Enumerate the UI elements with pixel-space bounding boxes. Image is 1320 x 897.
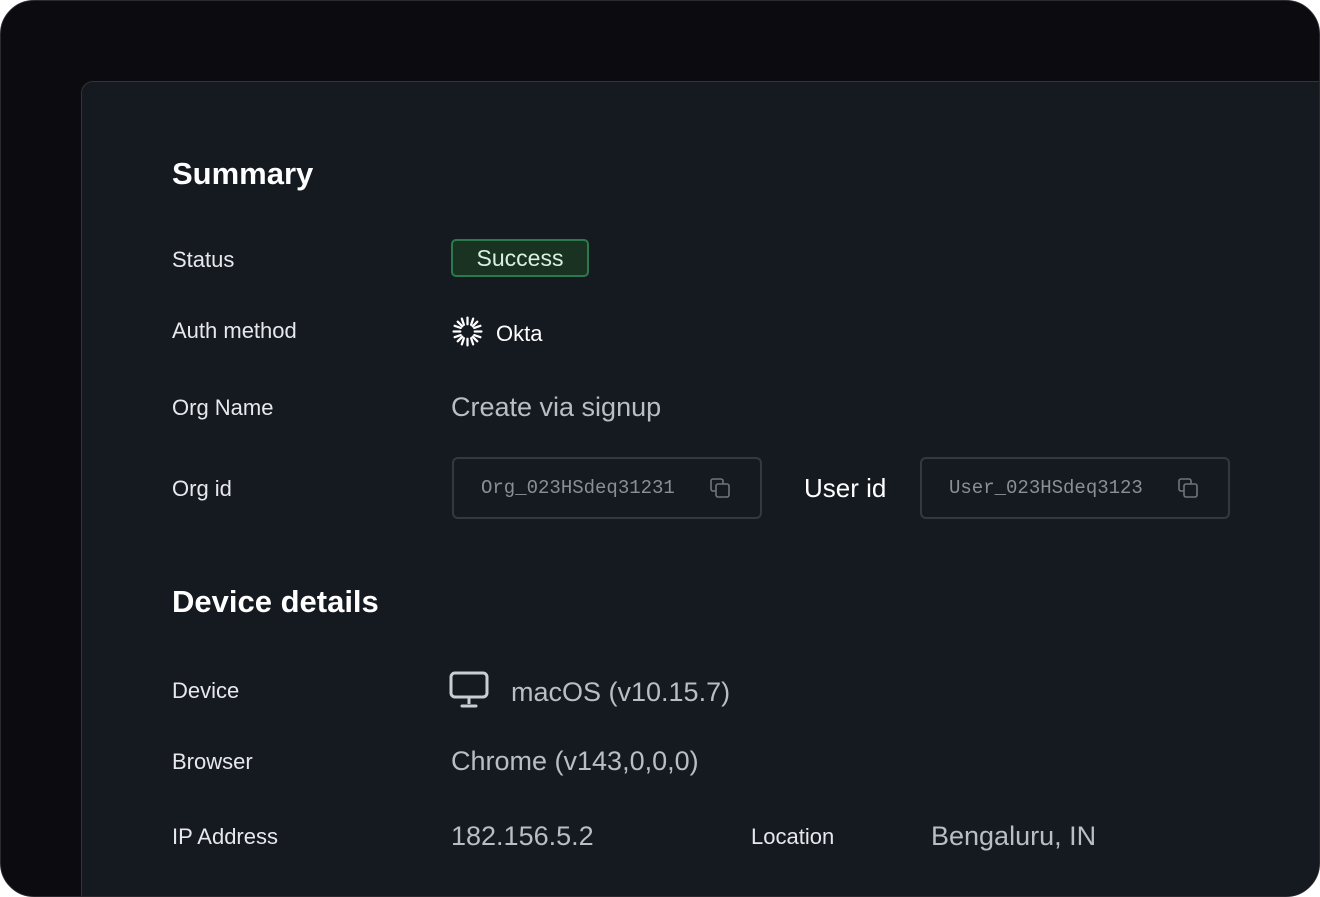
auth-method-value: Okta <box>451 315 542 353</box>
status-label: Status <box>172 247 235 272</box>
org-id-field[interactable]: Org_023HSdeq31231 <box>452 457 762 519</box>
device-value: macOS (v10.15.7) <box>511 677 731 707</box>
copy-icon[interactable] <box>708 476 732 500</box>
user-id-value: User_023HSdeq3123 <box>949 477 1143 499</box>
status-badge: Success <box>451 239 589 277</box>
auth-method-name: Okta <box>496 321 543 346</box>
okta-icon <box>451 315 484 353</box>
app-window: Summary Status Success Auth method Okta … <box>0 0 1320 897</box>
monitor-icon <box>449 671 489 714</box>
browser-label: Browser <box>172 749 253 774</box>
device-value-row: macOS (v10.15.7) <box>449 671 730 714</box>
org-id-value: Org_023HSdeq31231 <box>481 477 675 499</box>
org-name-value: Create via signup <box>451 392 662 422</box>
ip-address-value: 182.156.5.2 <box>451 821 594 851</box>
browser-value: Chrome (v143,0,0,0) <box>451 746 699 776</box>
org-id-label: Org id <box>172 476 232 501</box>
ip-address-label: IP Address <box>172 824 278 849</box>
device-details-heading: Device details <box>172 584 379 619</box>
location-value: Bengaluru, IN <box>931 821 1097 851</box>
auth-method-label: Auth method <box>172 318 297 343</box>
copy-icon[interactable] <box>1176 476 1200 500</box>
summary-heading: Summary <box>172 156 314 191</box>
device-label: Device <box>172 678 240 703</box>
location-label: Location <box>751 824 835 849</box>
user-id-label: User id <box>804 473 887 503</box>
org-name-label: Org Name <box>172 395 274 420</box>
user-id-field[interactable]: User_023HSdeq3123 <box>920 457 1230 519</box>
